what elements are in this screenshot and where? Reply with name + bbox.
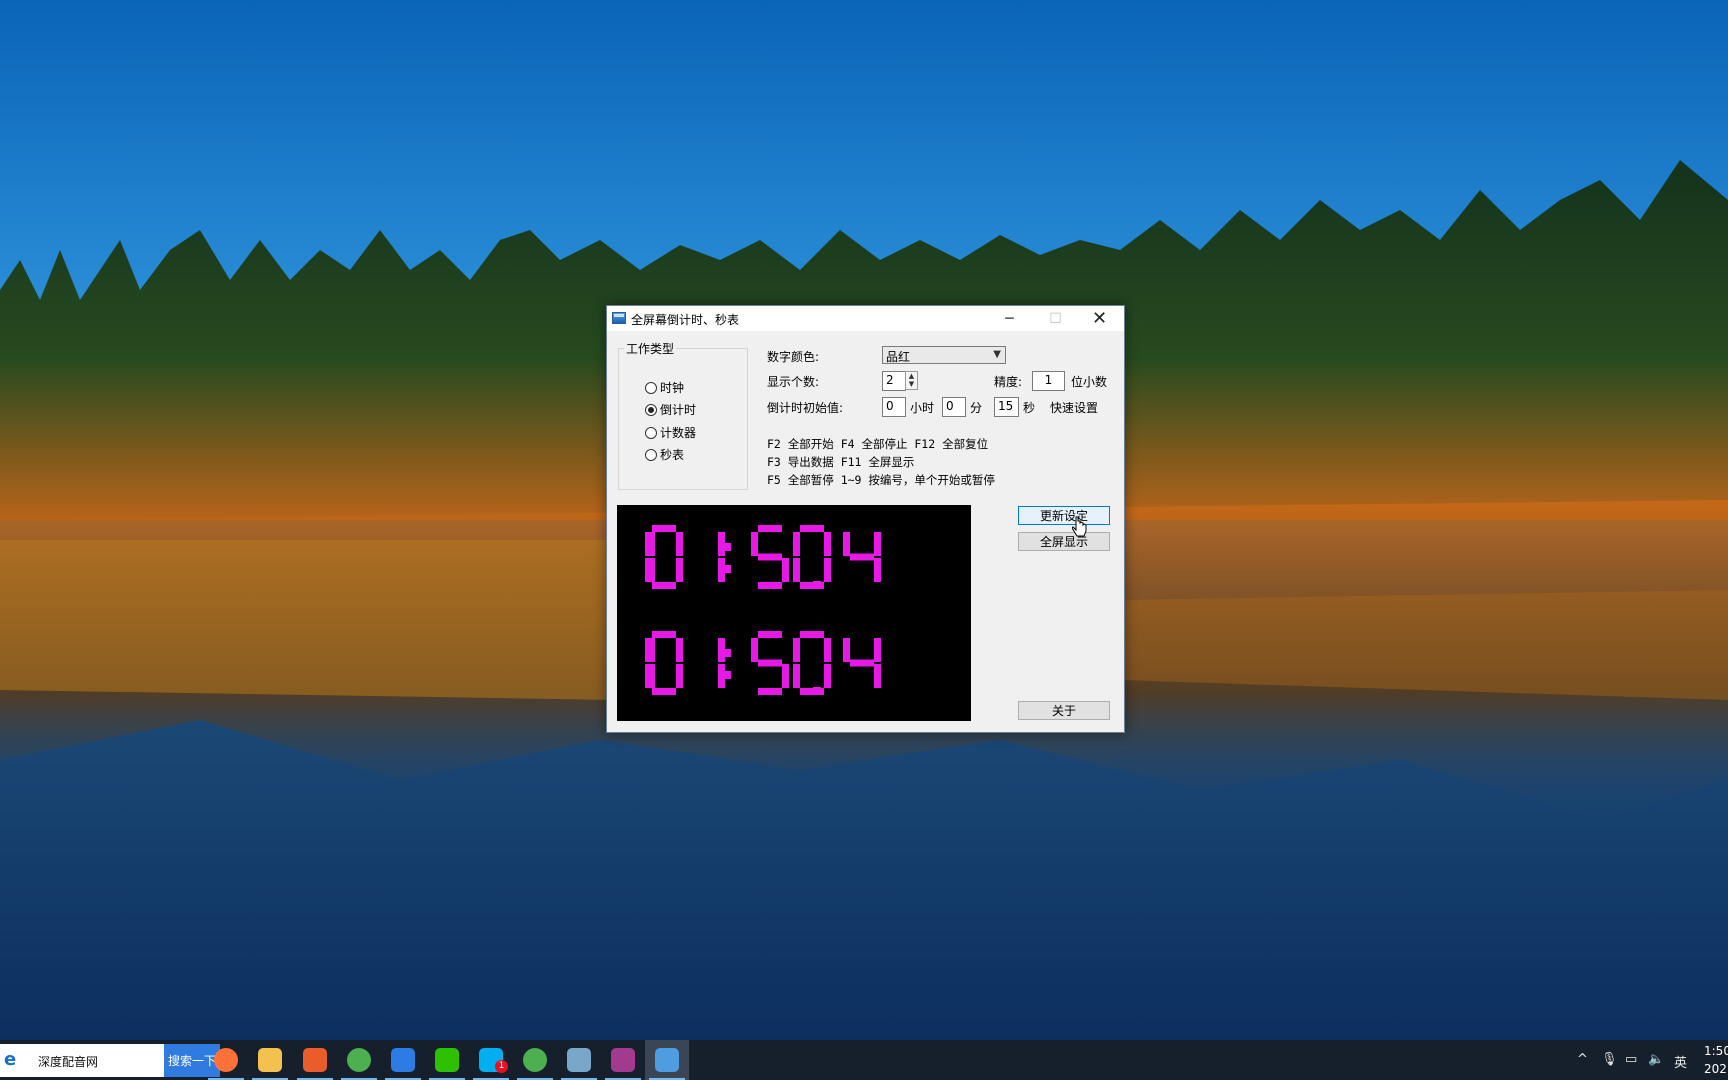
minimize-button[interactable]: ─ (987, 306, 1032, 331)
colon-separator (724, 649, 731, 679)
radio-counter[interactable]: 计数器 (645, 424, 696, 441)
digit-color-select[interactable]: 品红 ▼ (882, 346, 1006, 364)
chrome-icon (347, 1048, 371, 1072)
work-type-label: 工作类型 (624, 340, 677, 357)
winrar-icon (611, 1048, 635, 1072)
display-digit (843, 638, 881, 688)
chrome-icon (523, 1048, 547, 1072)
microphone-icon[interactable]: 🎙 (1601, 1052, 1618, 1067)
display-count-label: 显示个数: (767, 375, 820, 389)
browser-icon (303, 1048, 327, 1072)
radio-counter-dot[interactable] (645, 426, 657, 439)
digit-color-value: 品红 (886, 350, 911, 364)
digit-display-svg (645, 525, 881, 695)
maximize-button[interactable]: ☐ (1033, 306, 1078, 331)
update-settings-button[interactable]: 更新设定 (1018, 506, 1110, 525)
display-digit (751, 525, 789, 589)
taskbar-app-wechat-icon[interactable] (425, 1040, 469, 1080)
radio-countdown[interactable]: 倒计时 (645, 401, 696, 418)
seconds-unit: 秒 (1023, 401, 1036, 415)
display-count-spinner[interactable]: ▲ ▼ (905, 371, 918, 390)
input-language[interactable]: 英 (1674, 1052, 1687, 1071)
title-bar[interactable]: 全屏幕倒计时、秒表 ─ ☐ ✕ (607, 306, 1124, 331)
search-input[interactable]: 深度配音网 (38, 1053, 98, 1070)
countdown-window: 全屏幕倒计时、秒表 ─ ☐ ✕ 工作类型 时钟 倒计时 计数器 秒表 数字颜色:… (606, 305, 1125, 733)
minutes-unit: 分 (970, 401, 983, 415)
taskbar-app-chrome-icon[interactable] (337, 1040, 381, 1080)
hours-unit: 小时 (910, 401, 935, 415)
fullscreen-button[interactable]: 全屏显示 (1018, 532, 1110, 551)
radio-counter-label: 计数器 (660, 426, 697, 440)
wechat-icon (435, 1048, 459, 1072)
taskbar-app-file-explorer-icon[interactable] (248, 1040, 292, 1080)
taskbar-app-skype-icon[interactable]: 1 (469, 1040, 513, 1080)
display-digit (648, 638, 655, 688)
app-icon (612, 312, 626, 324)
notes-app-icon (567, 1048, 591, 1072)
hotkey-line-1: F2 全部开始 F4 全部停止 F12 全部复位 (767, 437, 989, 451)
precision-field[interactable]: 1 (1032, 371, 1065, 391)
display-digit (718, 638, 725, 688)
spin-up-icon[interactable]: ▲ (906, 372, 917, 380)
decimal-point (813, 581, 821, 589)
search-box[interactable]: e 深度配音网 (0, 1044, 164, 1077)
decimal-point (813, 687, 821, 695)
taskbar-clock[interactable]: 1:50 2021 (1704, 1042, 1728, 1078)
work-type-group (618, 348, 748, 490)
display-digit (843, 532, 881, 582)
seconds-field[interactable]: 15 (994, 397, 1019, 417)
hours-field[interactable]: 0 (882, 397, 906, 417)
taskbar-app-firefox-icon[interactable] (204, 1040, 248, 1080)
spin-down-icon[interactable]: ▼ (906, 380, 917, 388)
precision-label: 精度: (994, 375, 1023, 389)
radio-clock[interactable]: 时钟 (645, 379, 684, 396)
display-digit (793, 631, 831, 695)
radio-stopwatch-label: 秒表 (660, 448, 685, 462)
radio-countdown-dot[interactable] (645, 403, 657, 416)
chevron-down-icon: ▼ (993, 349, 1001, 360)
taskbar: e 深度配音网 搜索一下 1 ^ 🎙 ▭ 🔈 英 (0, 1040, 1728, 1080)
colon-separator (724, 543, 731, 573)
countdown-display (617, 505, 971, 721)
radio-stopwatch[interactable]: 秒表 (645, 446, 684, 463)
about-button[interactable]: 关于 (1018, 701, 1110, 720)
volume-icon[interactable]: 🔈 (1648, 1052, 1664, 1067)
taskbar-app-notes-app-icon[interactable] (557, 1040, 601, 1080)
display-count-field[interactable]: 2 (882, 371, 906, 391)
feather-app-icon (391, 1048, 415, 1072)
file-explorer-icon (258, 1048, 282, 1072)
precision-unit: 位小数 (1071, 375, 1108, 389)
mouse-cursor-icon (1072, 516, 1087, 537)
taskbar-app-chrome-icon[interactable] (513, 1040, 557, 1080)
radio-countdown-label: 倒计时 (660, 403, 697, 417)
hotkey-line-3: F5 全部暂停 1~9 按编号，单个开始或暂停 (767, 473, 995, 487)
display-digit (751, 631, 789, 695)
network-icon[interactable]: ▭ (1625, 1052, 1637, 1067)
ie-icon: e (4, 1049, 17, 1070)
taskbar-app-timer-app-icon[interactable] (645, 1040, 689, 1080)
countdown-initial-label: 倒计时初始值: (767, 401, 844, 415)
radio-clock-label: 时钟 (660, 381, 685, 395)
clock-date: 2021 (1704, 1062, 1728, 1076)
minutes-field[interactable]: 0 (942, 397, 966, 417)
firefox-icon (214, 1048, 238, 1072)
display-digit (718, 532, 725, 582)
hotkey-line-2: F3 导出数据 F11 全屏显示 (767, 455, 915, 469)
radio-clock-dot[interactable] (645, 381, 657, 394)
taskbar-app-browser-icon[interactable] (293, 1040, 337, 1080)
taskbar-app-winrar-icon[interactable] (601, 1040, 645, 1080)
clock-time: 1:50 (1704, 1044, 1728, 1058)
quick-set-link[interactable]: 快速设置 (1050, 399, 1098, 416)
radio-stopwatch-dot[interactable] (645, 448, 657, 461)
tray-chevron-icon[interactable]: ^ (1577, 1052, 1588, 1067)
timer-app-icon (655, 1048, 679, 1072)
display-digit (648, 532, 655, 582)
display-digit (793, 525, 831, 589)
close-button[interactable]: ✕ (1077, 306, 1122, 331)
digit-color-label: 数字颜色: (767, 350, 820, 364)
window-title: 全屏幕倒计时、秒表 (631, 313, 740, 327)
taskbar-app-feather-app-icon[interactable] (381, 1040, 425, 1080)
notification-badge: 1 (495, 1060, 508, 1073)
